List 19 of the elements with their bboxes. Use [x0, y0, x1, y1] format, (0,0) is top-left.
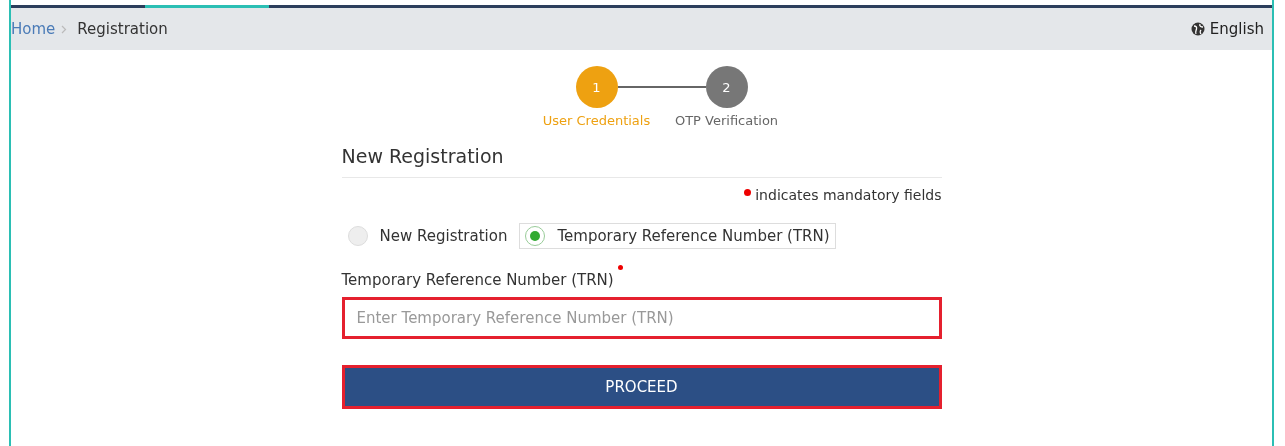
language-link[interactable]: English — [1190, 20, 1264, 38]
proceed-button[interactable]: PROCEED — [341, 365, 942, 409]
field-label: Temporary Reference Number (TRN) — [341, 271, 614, 289]
form-title: New Registration — [341, 145, 942, 178]
radio-option[interactable]: Temporary Reference Number (TRN) — [519, 223, 836, 249]
step-circle: 2 — [705, 66, 748, 108]
step-circle: 1 — [575, 66, 618, 108]
chevron-icon — [61, 24, 68, 34]
mandatory-note: indicates mandatory fields — [755, 187, 942, 203]
step-label: OTP Verification — [674, 113, 779, 128]
breadcrumb-current: Registration — [77, 20, 168, 38]
radio-option[interactable]: New Registration — [341, 223, 514, 249]
required-dot — [744, 188, 752, 196]
trn-input-field[interactable]: Enter Temporary Reference Number (TRN) — [341, 297, 942, 339]
radio-button[interactable] — [525, 226, 546, 246]
radio-button[interactable] — [347, 226, 368, 246]
globe-icon — [1190, 22, 1205, 36]
step-label: User Credentials — [542, 113, 651, 128]
breadcrumb-link[interactable]: Home — [11, 20, 56, 38]
